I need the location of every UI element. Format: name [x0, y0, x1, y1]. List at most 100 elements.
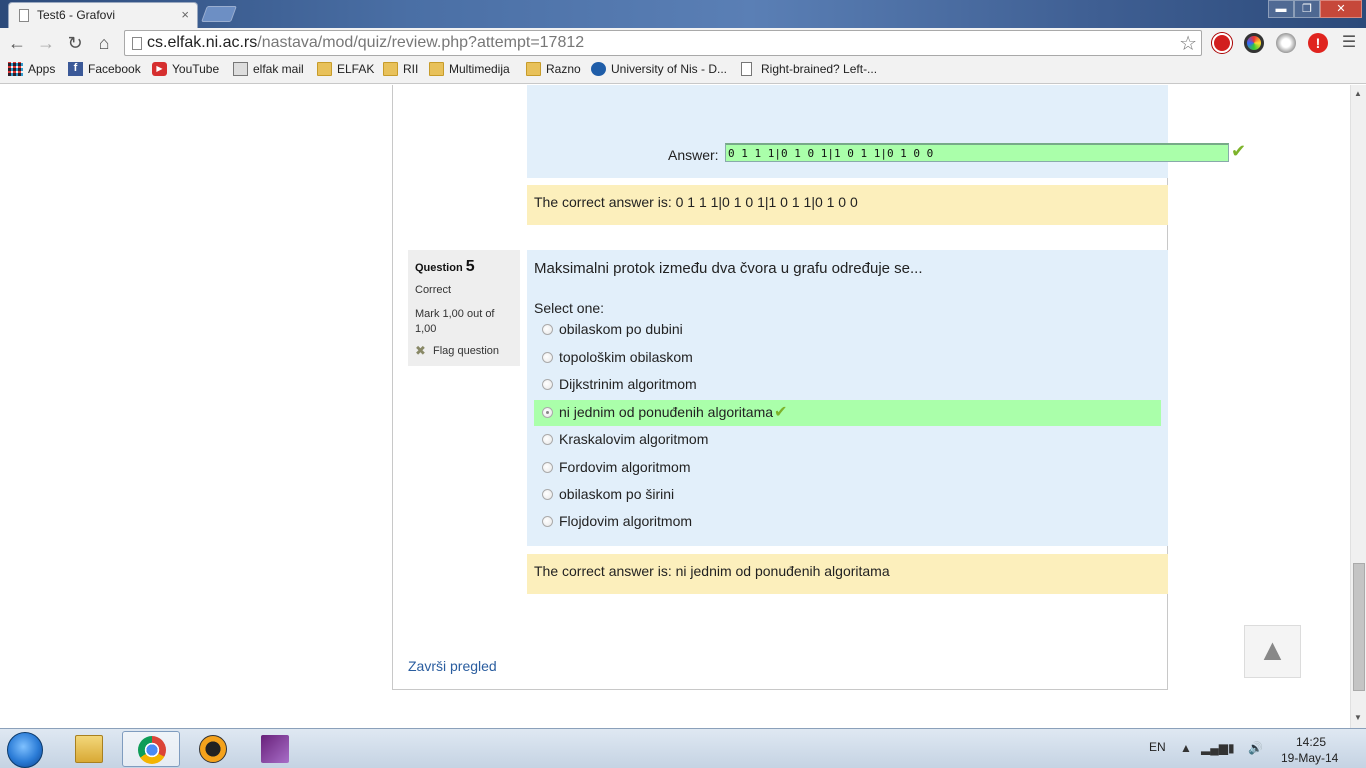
question-5-correct-answer: The correct answer is: ni jednim od ponu… — [527, 554, 1168, 594]
clock-time[interactable]: 14:25 — [1296, 735, 1326, 749]
maximize-button[interactable]: ❐ — [1294, 0, 1320, 18]
radio-button[interactable] — [542, 434, 553, 445]
radio-button-checked[interactable] — [542, 407, 553, 418]
option-label: Fordovim algoritmom — [559, 459, 691, 475]
show-hidden-icons-icon[interactable]: ▲ — [1180, 741, 1192, 755]
answer-option[interactable]: Fordovim algoritmom — [534, 455, 1161, 479]
start-button[interactable] — [7, 732, 43, 768]
tab-close-icon[interactable]: × — [181, 7, 189, 22]
tab-title: Test6 - Grafovi — [37, 8, 116, 22]
forward-arrow-icon[interactable]: → — [35, 32, 57, 54]
home-icon[interactable]: ⌂ — [93, 32, 115, 54]
bookmark-folder-razno[interactable]: Razno — [526, 62, 581, 76]
reload-icon[interactable]: ↻ — [64, 32, 86, 54]
radio-button[interactable] — [542, 352, 553, 363]
folder-icon — [383, 62, 398, 76]
answer-option[interactable]: obilaskom po širini — [534, 482, 1161, 506]
radio-button[interactable] — [542, 489, 553, 500]
folder-icon — [429, 62, 444, 76]
tab-active[interactable]: Test6 - Grafovi × — [8, 2, 198, 28]
bookmark-elfak-mail[interactable]: elfak mail — [233, 62, 304, 76]
radio-button[interactable] — [542, 324, 553, 335]
bookmark-label: Apps — [28, 62, 56, 76]
flag-question-link[interactable]: ✖ Flag question — [415, 343, 500, 358]
answer-option[interactable]: Flojdovim algoritmom — [534, 509, 1161, 533]
question-number: 5 — [465, 258, 475, 275]
finish-review-link[interactable]: Završi pregled — [408, 658, 497, 674]
scroll-to-top-button[interactable]: ▲ — [1244, 625, 1301, 678]
radio-button[interactable] — [542, 462, 553, 473]
bookmark-star-icon[interactable]: ☆ — [1179, 31, 1197, 56]
bookmark-label: Right-brained? Left-... — [761, 62, 878, 76]
radio-button[interactable] — [542, 516, 553, 527]
new-tab-button[interactable] — [201, 6, 237, 22]
taskbar-explorer[interactable] — [60, 731, 118, 767]
answer-option[interactable]: Dijkstrinim algoritmom — [534, 372, 1161, 396]
chrome-icon — [138, 736, 166, 764]
flag-icon: ✖ — [415, 343, 426, 358]
taskbar-visual-studio[interactable] — [246, 731, 304, 767]
browser-toolbar: ← → ↻ ⌂ cs.elfak.ni.ac.rs/nastava/mod/qu… — [0, 28, 1366, 58]
visual-studio-icon — [261, 735, 289, 763]
window-titlebar: Test6 - Grafovi × ▬ ❐ ✕ — [0, 0, 1366, 28]
answer-input[interactable]: 0 1 1 1|0 1 0 1|1 0 1 1|0 1 0 0 — [725, 143, 1229, 162]
volume-icon[interactable]: 🔊 — [1248, 741, 1263, 755]
answer-label: Answer: — [668, 147, 719, 163]
language-indicator[interactable]: EN — [1149, 740, 1166, 754]
question-4-content: Answer: 0 1 1 1|0 1 0 1|1 0 1 1|0 1 0 0 … — [527, 85, 1246, 178]
option-label: Dijkstrinim algoritmom — [559, 376, 697, 392]
answer-option-selected[interactable]: ni jednim od ponuđenih algoritama ✔ — [534, 400, 1161, 426]
option-label: topološkim obilaskom — [559, 349, 693, 365]
menu-icon[interactable]: ☰ — [1338, 32, 1360, 54]
option-label: Kraskalovim algoritmom — [559, 431, 709, 447]
correct-check-icon: ✔ — [774, 404, 788, 421]
back-arrow-icon[interactable]: ← — [6, 32, 28, 54]
facebook-icon: f — [68, 62, 83, 76]
bookmark-youtube[interactable]: ▶ YouTube — [152, 62, 219, 76]
close-window-button[interactable]: ✕ — [1320, 0, 1362, 18]
scroll-down-arrow-icon[interactable]: ▼ — [1354, 713, 1362, 722]
page-scrollbar[interactable]: ▲ ▼ — [1350, 85, 1366, 728]
youtube-icon: ▶ — [152, 62, 167, 76]
adblock-icon[interactable] — [1212, 33, 1232, 53]
correct-check-icon: ✔ — [1231, 141, 1247, 161]
question-5-info: Question 5 Correct Mark 1,00 out of 1,00… — [408, 250, 520, 366]
bookmark-label: YouTube — [172, 62, 220, 76]
alert-extension-icon[interactable]: ! — [1308, 33, 1328, 53]
option-label: ni jednim od ponuđenih algoritama — [559, 404, 774, 420]
network-signal-icon[interactable]: ▂▄▆ — [1201, 741, 1228, 755]
answer-option[interactable]: obilaskom po dubini — [534, 317, 1161, 341]
bookmark-university-nis[interactable]: University of Nis - D... — [591, 62, 727, 76]
bookmark-right-brained[interactable]: Right-brained? Left-... — [741, 62, 877, 76]
bookmark-facebook[interactable]: f Facebook — [68, 62, 141, 76]
minimize-button[interactable]: ▬ — [1268, 0, 1294, 18]
bookmark-folder-rii[interactable]: RII — [383, 62, 418, 76]
quiz-review-container: Answer: 0 1 1 1|0 1 0 1|1 0 1 1|0 1 0 0 … — [392, 85, 1246, 690]
bookmarks-bar: Apps f Facebook ▶ YouTube elfak mail ELF… — [0, 58, 1366, 84]
taskbar-chrome[interactable] — [122, 731, 180, 767]
radio-button[interactable] — [542, 379, 553, 390]
flag-question-label: Flag question — [433, 345, 500, 357]
bookmark-apps[interactable]: Apps — [8, 62, 55, 76]
battery-icon[interactable]: ▮ — [1228, 741, 1235, 755]
question-state: Correct — [415, 284, 452, 296]
scroll-up-arrow-icon[interactable]: ▲ — [1354, 89, 1362, 98]
extension-icon[interactable] — [1276, 33, 1296, 53]
bookmark-label: Multimedija — [449, 62, 510, 76]
bookmark-label: ELFAK — [337, 62, 375, 76]
question-title: Question 5 — [415, 258, 475, 276]
bookmark-folder-multimedija[interactable]: Multimedija — [429, 62, 510, 76]
bookmark-folder-elfak[interactable]: ELFAK — [317, 62, 374, 76]
option-label: obilaskom po širini — [559, 486, 675, 502]
address-bar[interactable]: cs.elfak.ni.ac.rs/nastava/mod/quiz/revie… — [124, 30, 1202, 56]
windows-taskbar: EN ▲ ▂▄▆ ▮ 🔊 14:25 19-May-14 — [0, 728, 1366, 768]
answer-option[interactable]: Kraskalovim algoritmom — [534, 427, 1161, 451]
question-5-content: Maksimalni protok između dva čvora u gra… — [527, 250, 1168, 546]
taskbar-aimp[interactable] — [184, 731, 242, 767]
clock-date[interactable]: 19-May-14 — [1281, 751, 1338, 765]
answer-option[interactable]: topološkim obilaskom — [534, 345, 1161, 369]
bookmark-label: RII — [403, 62, 419, 76]
color-picker-icon[interactable] — [1244, 33, 1264, 53]
scrollbar-thumb[interactable] — [1353, 563, 1365, 691]
page-viewport: Answer: 0 1 1 1|0 1 0 1|1 0 1 1|0 1 0 0 … — [0, 85, 1350, 728]
